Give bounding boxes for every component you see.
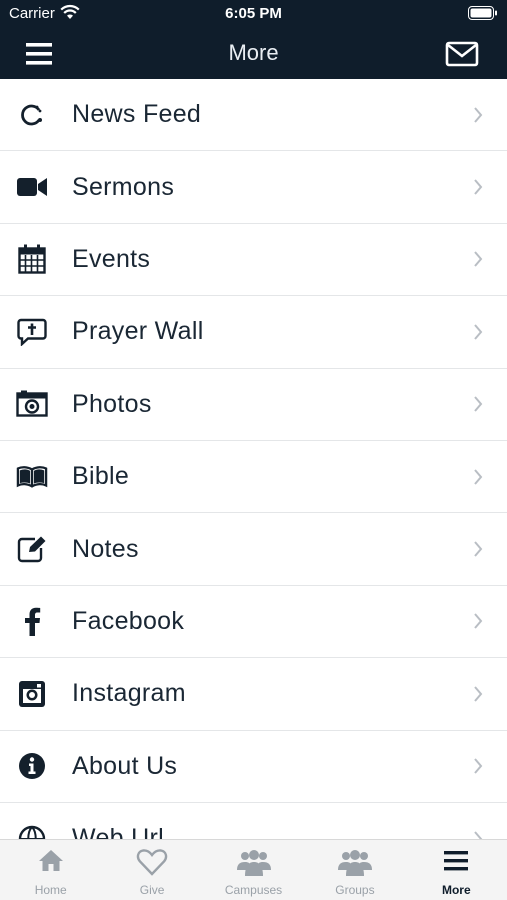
top-bar: Carrier 6:05 PM More	[0, 0, 507, 79]
instagram-icon	[16, 678, 48, 710]
menu-item-about-us[interactable]: About Us	[0, 731, 507, 803]
menu-item-label: Notes	[72, 534, 139, 563]
menu-item-photos[interactable]: Photos	[0, 369, 507, 441]
menu-item-label: News Feed	[72, 100, 202, 129]
menu-item-events[interactable]: Events	[0, 224, 507, 297]
chevron-right-icon	[474, 541, 483, 557]
menu-item-label: About Us	[72, 751, 178, 780]
tab-label: Campuses	[224, 883, 283, 897]
menu-item-instagram[interactable]: Instagram	[0, 658, 507, 731]
heart-icon	[136, 849, 168, 876]
people-icon	[236, 850, 271, 876]
tab-label: Groups	[335, 883, 375, 897]
tab-campuses[interactable]: Campuses	[203, 840, 304, 900]
menu-item-label: Sermons	[72, 172, 175, 201]
hamburger-icon	[444, 851, 469, 871]
notes-edit-icon	[16, 533, 48, 565]
chevron-right-icon	[474, 396, 483, 412]
chevron-right-icon	[474, 107, 483, 123]
tab-more[interactable]: More	[406, 840, 507, 900]
menu-item-label: Photos	[72, 389, 152, 418]
news-feed-icon	[16, 99, 48, 131]
bible-book-icon	[16, 461, 48, 493]
tab-groups[interactable]: Groups	[304, 840, 405, 900]
menu-item-prayer-wall[interactable]: Prayer Wall	[0, 296, 507, 369]
video-camera-icon	[16, 171, 48, 203]
chevron-right-icon	[474, 613, 483, 630]
chevron-right-icon	[474, 179, 483, 195]
clock: 6:05 PM	[225, 5, 282, 22]
chevron-right-icon	[474, 686, 483, 702]
tab-give[interactable]: Give	[101, 840, 202, 900]
info-icon	[16, 750, 48, 782]
chevron-right-icon	[474, 758, 483, 774]
tab-bar: Home Give Campuses Groups More	[0, 839, 507, 900]
menu-item-label: Events	[72, 244, 151, 273]
tab-label: Give	[139, 883, 165, 897]
chevron-right-icon	[474, 324, 483, 340]
menu-item-web-url[interactable]: Web Url	[0, 803, 507, 840]
nav-bar: More	[0, 28, 507, 79]
menu-item-label: Web Url	[72, 824, 164, 840]
chevron-right-icon	[474, 468, 483, 485]
menu-item-label: Prayer Wall	[72, 317, 204, 346]
menu-item-notes[interactable]: Notes	[0, 513, 507, 586]
home-icon	[38, 850, 63, 871]
page-title: More	[228, 40, 279, 65]
status-bar: Carrier 6:05 PM	[0, 0, 507, 28]
menu-item-sermons[interactable]: Sermons	[0, 151, 507, 224]
people-icon	[337, 850, 372, 876]
menu-item-bible[interactable]: Bible	[0, 441, 507, 514]
tab-home[interactable]: Home	[0, 840, 101, 900]
menu-item-label: Bible	[72, 462, 130, 491]
menu-item-news-feed[interactable]: News Feed	[0, 79, 507, 152]
camera-icon	[16, 388, 48, 420]
facebook-icon	[16, 605, 48, 637]
chevron-right-icon	[474, 251, 483, 268]
tab-label: More	[441, 883, 471, 897]
globe-icon	[16, 823, 48, 840]
tab-label: Home	[34, 883, 67, 897]
menu-item-facebook[interactable]: Facebook	[0, 586, 507, 659]
calendar-icon	[16, 243, 48, 275]
battery-icon	[468, 6, 497, 20]
prayer-bubble-icon	[16, 316, 48, 348]
menu-item-label: Facebook	[72, 606, 185, 635]
more-menu-list: News Feed Sermons Events Prayer Wall Pho…	[0, 79, 507, 840]
menu-item-label: Instagram	[72, 679, 186, 708]
mail-icon[interactable]	[445, 41, 479, 67]
